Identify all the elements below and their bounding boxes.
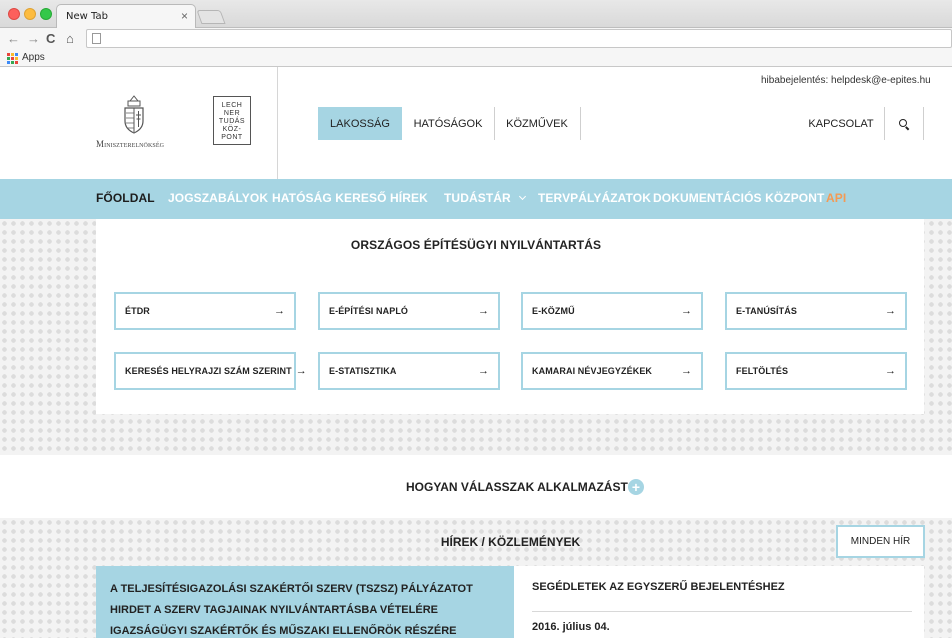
apps-dot: [7, 57, 10, 60]
registry-card-label: E-STATISZTIKA: [329, 366, 397, 376]
address-bar[interactable]: [86, 29, 952, 48]
contact-link[interactable]: KAPCSOLAT: [798, 107, 884, 140]
apps-grid-icon[interactable]: [7, 53, 18, 64]
new-tab-button[interactable]: [196, 10, 226, 24]
segment-divider: [494, 107, 495, 140]
registry-card-e-kozmu[interactable]: E-KÖZMŰ →: [521, 292, 703, 330]
header-divider: [277, 67, 278, 179]
registry-card-label: E-ÉPÍTÉSI NAPLÓ: [329, 306, 409, 316]
news-item-title: SEGÉDLETEK AZ EGYSZERŰ BEJELENTÉSHEZ: [532, 581, 785, 593]
registry-card-label: E-KÖZMŰ: [532, 306, 575, 316]
main-nav: FŐOLDAL JOGSZABÁLYOK HATÓSÁG KERESŐ HÍRE…: [0, 179, 952, 219]
registry-card-label: KAMARAI NÉVJEGYZÉKEK: [532, 366, 653, 376]
reload-icon[interactable]: C: [46, 30, 55, 48]
apps-dot: [7, 61, 10, 64]
registry-title: ORSZÁGOS ÉPÍTÉSÜGYI NYILVÁNTARTÁS: [350, 238, 602, 252]
registry-card-kereses-helyrajzi-szam[interactable]: KERESÉS HELYRAJZI SZÁM SZERINT →: [114, 352, 307, 390]
ministry-logo[interactable]: Miniszterelnökség: [96, 95, 176, 153]
apps-dot: [15, 57, 18, 60]
segment-kozmuvek[interactable]: KÖZMŰVEK: [494, 107, 580, 140]
lechner-logo-line: PONT: [221, 134, 243, 141]
registry-card-e-tanusitas[interactable]: E-TANÚSÍTÁS →: [725, 292, 907, 330]
arrow-right-icon: →: [478, 305, 489, 317]
all-news-button[interactable]: MINDEN HÍR: [836, 525, 925, 558]
helpdesk-contact[interactable]: hibabejelentés: helpdesk@e-epites.hu: [761, 75, 931, 86]
search-icon: [899, 118, 909, 129]
registry-card-e-epitesi-naplo[interactable]: E-ÉPÍTÉSI NAPLÓ →: [318, 292, 500, 330]
segment-hatosagok[interactable]: HATÓSÁGOK: [402, 107, 494, 140]
coat-of-arms-icon: [124, 95, 144, 134]
choose-app-row: HOGYAN VÁLASSZAK ALKALMAZÁST? +: [0, 455, 952, 518]
apps-dot: [7, 53, 10, 56]
news-item-date: 2016. július 04.: [532, 621, 610, 633]
segment-divider: [580, 107, 581, 140]
window-minimize-button[interactable]: [24, 8, 36, 20]
news-divider: [532, 611, 912, 612]
lechner-logo-line: LECH: [221, 102, 243, 109]
registry-card-label: E-TANÚSÍTÁS: [736, 306, 797, 316]
bookmarks-bar: Apps: [0, 50, 952, 67]
apps-dot: [15, 61, 18, 64]
window-maximize-button[interactable]: [40, 8, 52, 20]
registry-card-label: KERESÉS HELYRAJZI SZÁM SZERINT: [125, 366, 292, 376]
nav-item-tudastar[interactable]: TUDÁSTÁR: [444, 191, 526, 205]
nav-item-tervpalyazatok[interactable]: TERVPÁLYÁZATOK: [538, 191, 651, 205]
news-item-featured[interactable]: A TELJESÍTÉSIGAZOLÁSI SZAKÉRTŐI SZERV (T…: [96, 566, 514, 638]
browser-tab-strip: New Tab ×: [0, 0, 952, 29]
arrow-right-icon: →: [885, 305, 896, 317]
chevron-down-icon: [518, 192, 526, 201]
tab-close-icon[interactable]: ×: [181, 9, 188, 23]
arrow-right-icon: →: [681, 305, 692, 317]
window-close-button[interactable]: [8, 8, 20, 20]
registry-section: [0, 219, 952, 455]
lechner-logo-line: NER: [223, 110, 241, 117]
arrow-right-icon: →: [295, 365, 307, 377]
search-button[interactable]: [885, 107, 923, 140]
back-arrow-icon[interactable]: ←: [7, 30, 20, 48]
apps-bookmark[interactable]: Apps: [22, 52, 45, 63]
browser-toolbar: ← → C ⌂: [0, 28, 952, 50]
arrow-right-icon: →: [885, 365, 896, 377]
nav-item-dokumentacios-kozpont[interactable]: DOKUMENTÁCIÓS KÖZPONT: [653, 191, 824, 205]
segment-lakossag[interactable]: LAKOSSÁG: [318, 107, 402, 140]
lechner-logo[interactable]: LECH NER TUDÁS KÖZ- PONT: [213, 96, 251, 145]
choose-app-link[interactable]: HOGYAN VÁLASSZAK ALKALMAZÁST?: [406, 480, 635, 494]
nav-item-hatosag-kereso[interactable]: HATÓSÁG KERESŐ: [272, 191, 387, 205]
news-title: HÍREK / KÖZLEMÉNYEK: [440, 535, 581, 549]
plus-circle-icon[interactable]: +: [628, 479, 644, 495]
nav-item-fooldal[interactable]: FŐOLDAL: [96, 191, 155, 205]
page-icon: [92, 33, 101, 44]
nav-item-jogszabalyok[interactable]: JOGSZABÁLYOK: [168, 191, 268, 205]
news-item[interactable]: SEGÉDLETEK AZ EGYSZERŰ BEJELENTÉSHEZ 201…: [514, 566, 924, 638]
apps-dot: [11, 61, 14, 64]
apps-dot: [11, 53, 14, 56]
nav-item-api[interactable]: API: [826, 191, 846, 205]
arrow-right-icon: →: [274, 305, 285, 317]
forward-arrow-icon[interactable]: →: [27, 30, 40, 48]
registry-card-kamarai-nevjegyzekek[interactable]: KAMARAI NÉVJEGYZÉKEK →: [521, 352, 703, 390]
browser-tab[interactable]: New Tab ×: [56, 4, 196, 29]
apps-dot: [11, 57, 14, 60]
arrow-right-icon: →: [681, 365, 692, 377]
lechner-logo-line: TUDÁS: [218, 118, 246, 125]
registry-card-label: FELTÖLTÉS: [736, 366, 789, 376]
apps-dot: [15, 53, 18, 56]
registry-card-feltoltes[interactable]: FELTÖLTÉS →: [725, 352, 907, 390]
news-section: HÍREK / KÖZLEMÉNYEK MINDEN HÍR A TELJESÍ…: [0, 518, 952, 638]
ministry-name: Miniszterelnökség: [96, 139, 165, 149]
site-header: Miniszterelnökség LECH NER TUDÁS KÖZ- PONT h…: [0, 67, 952, 179]
arrow-right-icon: →: [478, 365, 489, 377]
nav-item-hirek[interactable]: HÍREK: [390, 191, 428, 205]
nav-item-tudastar-label: TUDÁSTÁR: [444, 191, 511, 205]
news-item-title: A TELJESÍTÉSIGAZOLÁSI SZAKÉRTŐI SZERV (T…: [110, 583, 473, 637]
registry-card-etdr[interactable]: ÉTDR →: [114, 292, 296, 330]
search-divider: [923, 107, 924, 140]
lechner-logo-line: KÖZ-: [222, 126, 242, 133]
tab-title: New Tab: [66, 11, 108, 22]
registry-card-e-statisztika[interactable]: E-STATISZTIKA →: [318, 352, 500, 390]
home-icon[interactable]: ⌂: [66, 30, 74, 48]
registry-card-label: ÉTDR: [125, 306, 150, 316]
